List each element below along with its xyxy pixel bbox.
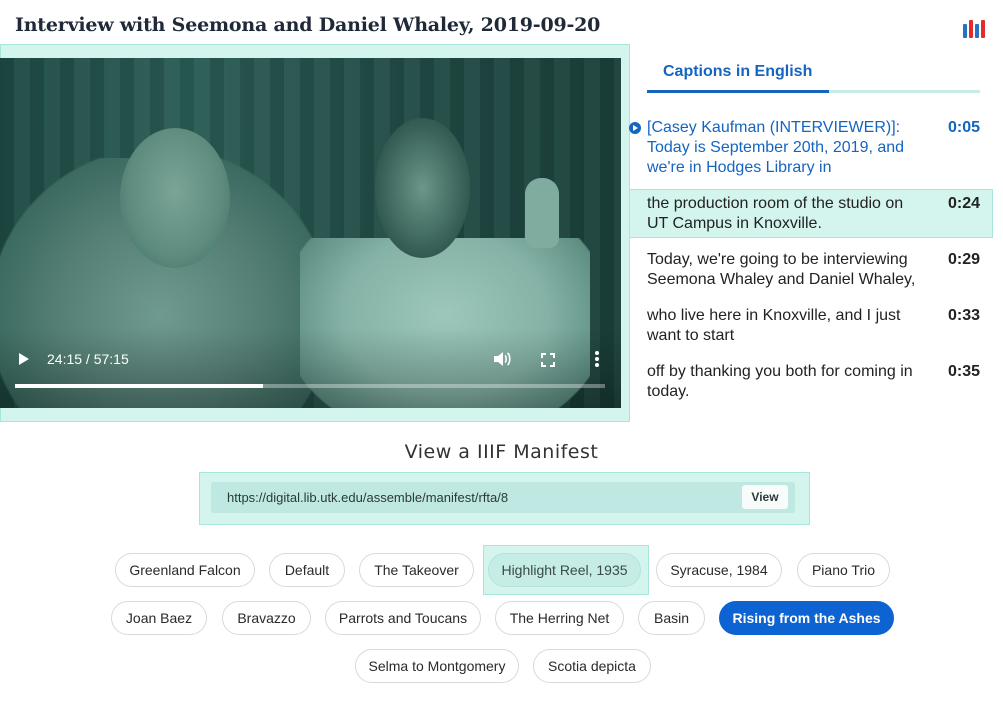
manifest-heading: View a IIIF Manifest: [404, 441, 599, 463]
caption-item[interactable]: [Casey Kaufman (INTERVIEWER)]: Today is …: [647, 118, 982, 178]
preset-button[interactable]: Joan Baez: [111, 601, 207, 635]
preset-button[interactable]: Greenland Falcon: [115, 553, 255, 587]
preset-button-selected[interactable]: Highlight Reel, 1935: [488, 553, 641, 587]
preset-button[interactable]: Scotia depicta: [533, 649, 651, 683]
caption-time: 0:33: [947, 307, 980, 324]
video-figure-right-head: [375, 118, 470, 258]
caption-item[interactable]: off by thanking you both for coming in t…: [647, 362, 982, 402]
iiif-logo-icon[interactable]: [963, 18, 987, 38]
current-caption-play-icon: [629, 122, 641, 134]
preset-button-primary[interactable]: Rising from the Ashes: [719, 601, 894, 635]
tab-captions-english[interactable]: Captions in English: [663, 63, 812, 81]
preset-button[interactable]: Syracuse, 1984: [656, 553, 782, 587]
page-title: Interview with Seemona and Daniel Whaley…: [15, 14, 601, 36]
more-vertical-icon[interactable]: [594, 350, 600, 368]
video-figure-left-head: [120, 128, 230, 268]
video-controls-bar: [0, 328, 621, 408]
preset-button[interactable]: Bravazzo: [222, 601, 311, 635]
caption-time: 0:24: [947, 195, 980, 212]
caption-text: Today, we're going to be interviewing Se…: [647, 251, 916, 288]
fullscreen-icon[interactable]: [541, 353, 555, 367]
caption-item[interactable]: the production room of the studio on UT …: [647, 194, 982, 234]
preset-button[interactable]: The Herring Net: [495, 601, 624, 635]
caption-item[interactable]: who live here in Knoxville, and I just w…: [647, 306, 982, 346]
caption-text: off by thanking you both for coming in t…: [647, 363, 913, 400]
play-icon[interactable]: [19, 353, 29, 365]
video-player[interactable]: 24:15 / 57:15: [0, 58, 621, 408]
progress-bar[interactable]: [15, 384, 605, 388]
caption-text: who live here in Knoxville, and I just w…: [647, 307, 901, 344]
tab-underline-active: [647, 90, 829, 93]
preset-button[interactable]: Selma to Montgomery: [355, 649, 519, 683]
caption-time: 0:29: [947, 251, 980, 268]
manifest-url-input[interactable]: https://digital.lib.utk.edu/assemble/man…: [211, 482, 795, 513]
preset-button[interactable]: Default: [269, 553, 345, 587]
preset-button[interactable]: The Takeover: [359, 553, 474, 587]
preset-button[interactable]: Parrots and Toucans: [325, 601, 481, 635]
caption-item[interactable]: Today, we're going to be interviewing Se…: [647, 250, 982, 290]
preset-button[interactable]: Piano Trio: [797, 553, 890, 587]
preset-button[interactable]: Basin: [638, 601, 705, 635]
caption-text: [Casey Kaufman (INTERVIEWER)]: Today is …: [647, 119, 905, 176]
caption-time: 0:05: [947, 119, 980, 136]
volume-icon[interactable]: [493, 351, 511, 367]
caption-time: 0:35: [947, 363, 980, 380]
time-display: 24:15 / 57:15: [47, 351, 129, 367]
video-figure-hand: [525, 178, 559, 248]
progress-fill: [15, 384, 263, 388]
caption-text: the production room of the studio on UT …: [647, 195, 904, 232]
view-manifest-button[interactable]: View: [742, 485, 788, 509]
